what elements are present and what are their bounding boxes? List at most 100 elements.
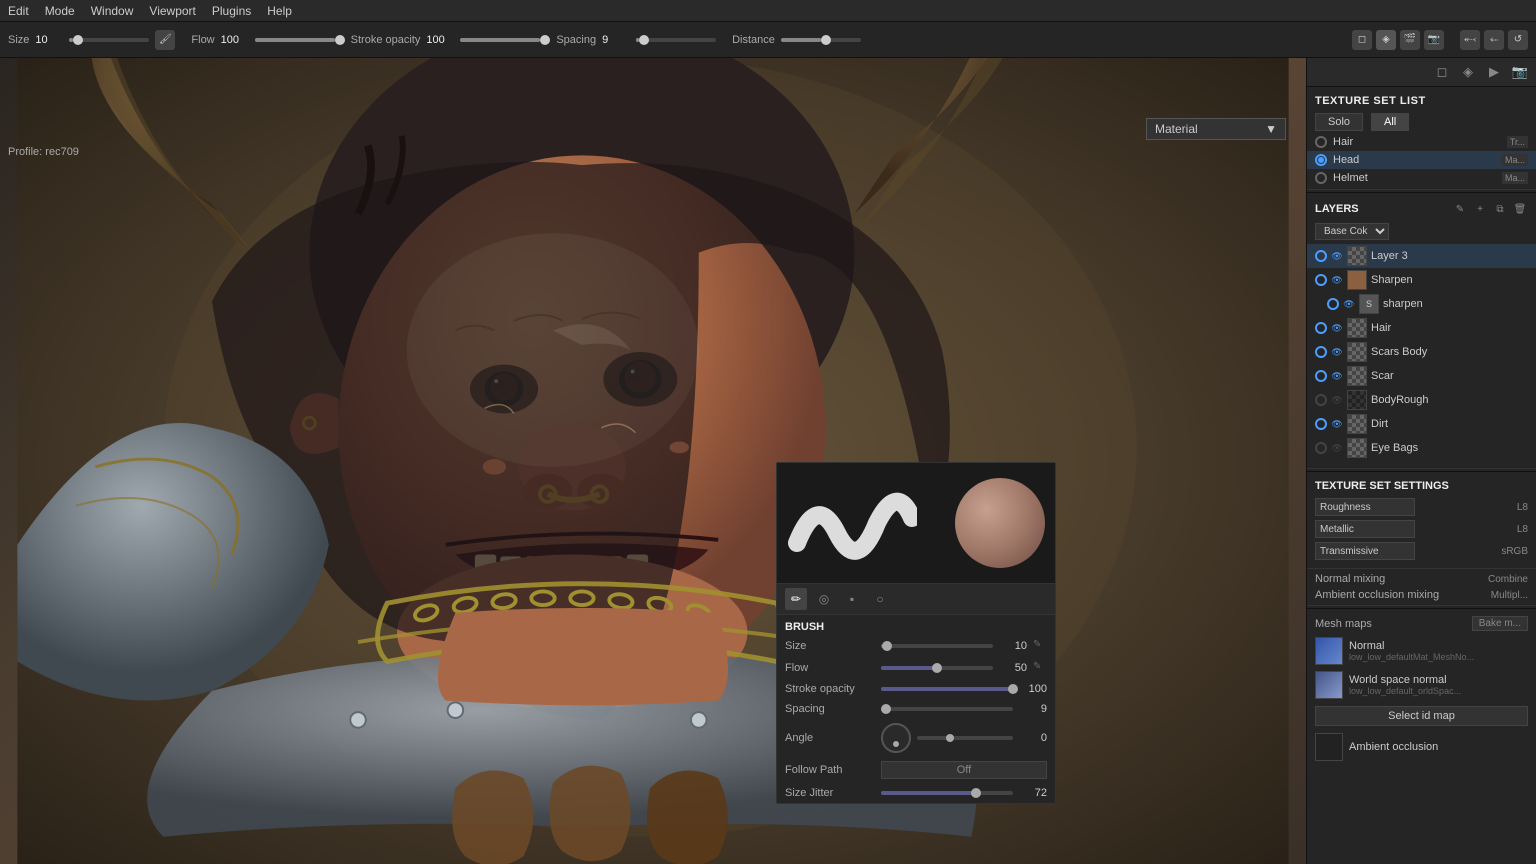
- layer-radio-scar[interactable]: [1315, 370, 1327, 382]
- panel-camera-icon[interactable]: 📷: [1510, 62, 1530, 82]
- layer-item-eyebags[interactable]: 👁 Eye Bags: [1307, 436, 1536, 460]
- flow-slider[interactable]: [255, 38, 335, 42]
- brush-paint-icon[interactable]: ✏: [785, 588, 807, 610]
- layers-copy-icon[interactable]: ⧉: [1492, 201, 1508, 217]
- brush-size-jitter-slider[interactable]: [881, 791, 1013, 795]
- camera-view-icon[interactable]: 🎬: [1400, 30, 1420, 50]
- brush-stroke-opacity-row: Stroke opacity 100: [777, 679, 1055, 699]
- brush-square-icon[interactable]: ▪: [841, 588, 863, 610]
- layer-radio-dirt[interactable]: [1315, 418, 1327, 430]
- select-id-map-button[interactable]: Select id map: [1315, 706, 1528, 726]
- viewport[interactable]: Profile: rec709 Material ▼: [0, 58, 1306, 864]
- layer-radio-scars-body[interactable]: [1315, 346, 1327, 358]
- layer-item-dirt[interactable]: 👁 Dirt: [1307, 412, 1536, 436]
- menu-window[interactable]: Window: [91, 4, 134, 18]
- layer-item-layer3[interactable]: 👁 Layer 3: [1307, 244, 1536, 268]
- menu-edit[interactable]: Edit: [8, 4, 29, 18]
- roughness-value: L8: [1517, 502, 1528, 513]
- main-content: Profile: rec709 Material ▼: [0, 58, 1536, 864]
- menu-help[interactable]: Help: [267, 4, 292, 18]
- layer-item-sharpen[interactable]: 👁 Sharpen: [1307, 268, 1536, 292]
- layer-eye-hair[interactable]: 👁: [1331, 322, 1343, 334]
- layer-item-scar[interactable]: 👁 Scar: [1307, 364, 1536, 388]
- layer-eye-eyebags[interactable]: 👁: [1331, 442, 1343, 454]
- brush-flow-slider[interactable]: [881, 666, 993, 670]
- roughness-input[interactable]: [1315, 498, 1415, 516]
- brush-tools: ✏ ◎ ▪ ○: [777, 583, 1055, 615]
- brush-stroke-opacity-slider[interactable]: [881, 687, 1013, 691]
- layer-eye-scars-body[interactable]: 👁: [1331, 346, 1343, 358]
- brush-follow-path-bar[interactable]: Off: [881, 761, 1047, 779]
- metallic-input[interactable]: [1315, 520, 1415, 538]
- brush-spacing-slider[interactable]: [881, 707, 1013, 711]
- brush-size-value: 10: [999, 640, 1027, 652]
- bake-button[interactable]: Bake m...: [1472, 616, 1528, 631]
- menu-plugins[interactable]: Plugins: [212, 4, 251, 18]
- mesh-map-ao[interactable]: Ambient occlusion: [1307, 730, 1536, 764]
- 3d-view-icon[interactable]: ◻: [1352, 30, 1372, 50]
- distance-slider[interactable]: [781, 38, 861, 42]
- brush-circle-icon[interactable]: ○: [869, 588, 891, 610]
- layers-delete-icon[interactable]: 🗑: [1512, 201, 1528, 217]
- brush-angle-slider[interactable]: [917, 736, 1013, 740]
- layer-item-sharpen-sub[interactable]: 👁 S sharpen: [1307, 292, 1536, 316]
- brush-size-edit-icon[interactable]: ✎: [1033, 639, 1047, 653]
- layer-item-bodyrough[interactable]: 👁 BodyRough: [1307, 388, 1536, 412]
- layer-thumb-dirt: [1347, 414, 1367, 434]
- brush-erase-icon[interactable]: ◎: [813, 588, 835, 610]
- layers-add-icon[interactable]: +: [1472, 201, 1488, 217]
- layer-eye-sharpen[interactable]: 👁: [1331, 274, 1343, 286]
- spacing-slider[interactable]: [636, 38, 716, 42]
- texture-radio-helmet[interactable]: [1315, 172, 1327, 184]
- layer-eye-dirt[interactable]: 👁: [1331, 418, 1343, 430]
- layer-eye-bodyrough[interactable]: 👁: [1331, 394, 1343, 406]
- layer-radio-sharpen-sub[interactable]: [1327, 298, 1339, 310]
- material-view-icon[interactable]: ◈: [1376, 30, 1396, 50]
- texture-radio-head[interactable]: [1315, 154, 1327, 166]
- panel-material-icon[interactable]: ◈: [1458, 62, 1478, 82]
- rotate-icon[interactable]: ↺: [1508, 30, 1528, 50]
- size-value: 10: [35, 34, 63, 46]
- texture-item-helmet[interactable]: Helmet Ma...: [1307, 169, 1536, 187]
- texture-item-hair[interactable]: Hair Tr...: [1307, 133, 1536, 151]
- panel-video-icon[interactable]: ▶: [1484, 62, 1504, 82]
- right-panel: ◻ ◈ ▶ 📷 TEXTURE SET LIST Solo All Hair T…: [1306, 58, 1536, 864]
- layer-radio-bodyrough[interactable]: [1315, 394, 1327, 406]
- mesh-map-worldnormal[interactable]: World space normal low_low_default_orldS…: [1307, 668, 1536, 702]
- layer-name-hair: Hair: [1371, 322, 1528, 334]
- layer-eye-sharpen-sub[interactable]: 👁: [1343, 298, 1355, 310]
- menu-viewport[interactable]: Viewport: [149, 4, 195, 18]
- layer-radio-sharpen[interactable]: [1315, 274, 1327, 286]
- layer-item-hair[interactable]: 👁 Hair: [1307, 316, 1536, 340]
- brush-size-slider[interactable]: [881, 644, 993, 648]
- flip-v-icon[interactable]: ⬸: [1484, 30, 1504, 50]
- brush-angle-dial[interactable]: [881, 723, 911, 753]
- panel-folder-icon[interactable]: ◻: [1432, 62, 1452, 82]
- layer-radio-hair[interactable]: [1315, 322, 1327, 334]
- render-icon[interactable]: 📷: [1424, 30, 1444, 50]
- transmissive-row: sRGB: [1307, 540, 1536, 562]
- stroke-opacity-slider[interactable]: [460, 38, 540, 42]
- mesh-map-info-ao: Ambient occlusion: [1349, 741, 1528, 753]
- mesh-map-thumb-ao: [1315, 733, 1343, 761]
- tab-all[interactable]: All: [1371, 113, 1409, 131]
- brush-flow-edit-icon[interactable]: ✎: [1033, 661, 1047, 675]
- texture-item-head[interactable]: Head Ma...: [1307, 151, 1536, 169]
- brush-size-row: Size 10 ✎: [777, 635, 1055, 657]
- tab-solo[interactable]: Solo: [1315, 113, 1363, 131]
- mesh-map-normal[interactable]: Normal low_low_defaultMat_MeshNo...: [1307, 634, 1536, 668]
- base-layer-dropdown[interactable]: Base Cok: [1315, 223, 1389, 240]
- layer-radio-layer3[interactable]: [1315, 250, 1327, 262]
- viewport-dropdown[interactable]: Material ▼: [1146, 118, 1286, 140]
- layer-radio-eyebags[interactable]: [1315, 442, 1327, 454]
- flip-h-icon[interactable]: ⬷: [1460, 30, 1480, 50]
- menu-mode[interactable]: Mode: [45, 4, 75, 18]
- size-slider[interactable]: [69, 38, 149, 42]
- texture-radio-hair[interactable]: [1315, 136, 1327, 148]
- transmissive-input[interactable]: [1315, 542, 1415, 560]
- layer-item-scars-body[interactable]: 👁 Scars Body: [1307, 340, 1536, 364]
- layer-eye-scar[interactable]: 👁: [1331, 370, 1343, 382]
- layer-eye-layer3[interactable]: 👁: [1331, 250, 1343, 262]
- brush-icon[interactable]: 🖌: [155, 30, 175, 50]
- layers-edit-icon[interactable]: ✎: [1452, 201, 1468, 217]
